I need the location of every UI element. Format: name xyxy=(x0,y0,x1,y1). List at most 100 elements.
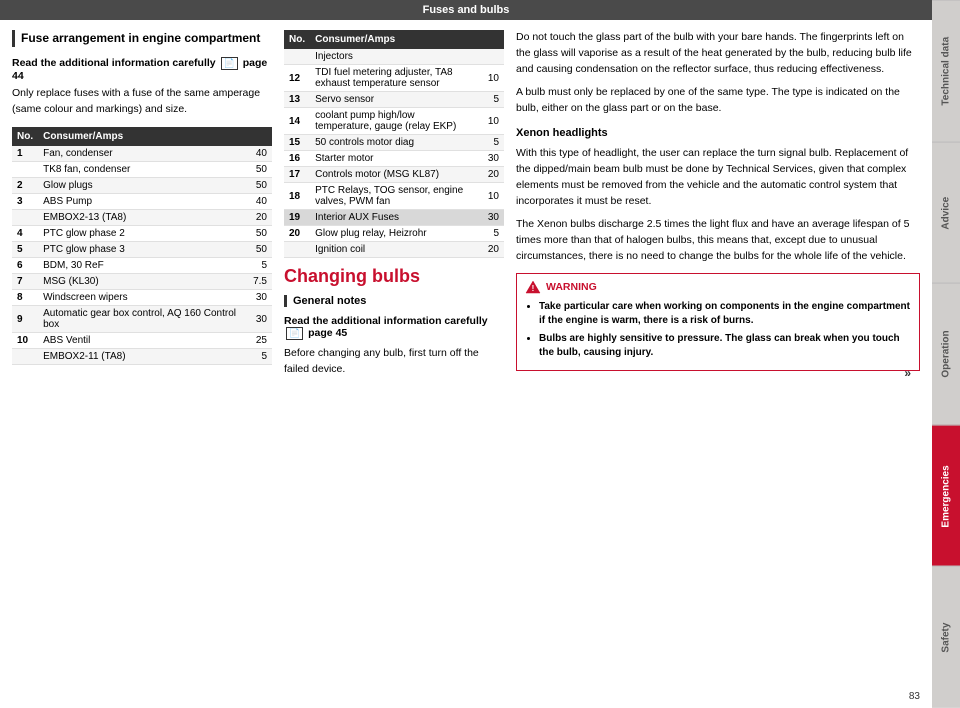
fuse-number: 16 xyxy=(284,151,310,167)
right-arrow-icon: » xyxy=(904,364,911,382)
fuse-consumer: Servo sensor xyxy=(310,92,474,108)
mid-fuse-table: No. Consumer/Amps Injectors12TDI fuel me… xyxy=(284,30,504,258)
mid-col-consumer: Consumer/Amps xyxy=(310,30,504,49)
table-row: 3ABS Pump40 xyxy=(12,194,272,210)
fuse-consumer: Glow plug relay, Heizrohr xyxy=(310,226,474,242)
middle-column: No. Consumer/Amps Injectors12TDI fuel me… xyxy=(284,30,504,675)
fuse-consumer: PTC glow phase 3 xyxy=(38,242,242,258)
fuse-amps: 10 xyxy=(474,65,504,92)
table-row: 13Servo sensor5 xyxy=(284,92,504,108)
general-notes-title: General notes xyxy=(284,295,504,307)
right-column: Do not touch the glass part of the bulb … xyxy=(516,30,920,675)
fuse-number xyxy=(12,349,38,365)
left-fuse-table: No. Consumer/Amps 1Fan, condenser40TK8 f… xyxy=(12,127,272,365)
sidebar-tab[interactable]: Emergencies xyxy=(932,425,960,567)
fuse-number: 10 xyxy=(12,333,38,349)
fuse-amps: 5 xyxy=(242,349,272,365)
sidebar-tabs: Technical dataAdviceOperationEmergencies… xyxy=(932,0,960,708)
fuse-amps: 5 xyxy=(474,135,504,151)
sidebar-tab[interactable]: Operation xyxy=(932,283,960,425)
fuse-amps: 10 xyxy=(474,183,504,210)
fuse-number: 17 xyxy=(284,167,310,183)
book-icon-mid: 📄 xyxy=(286,327,303,340)
fuse-amps: 30 xyxy=(242,306,272,333)
table-row: TK8 fan, condenser50 xyxy=(12,162,272,178)
fuse-consumer: Injectors xyxy=(310,49,474,65)
fuse-amps: 30 xyxy=(474,210,504,226)
intro-text: Only replace fuses with a fuse of the sa… xyxy=(12,86,272,118)
table-row: Injectors xyxy=(284,49,504,65)
fuse-number: 7 xyxy=(12,274,38,290)
fuse-amps: 20 xyxy=(474,242,504,258)
warning-header: ! WARNING xyxy=(525,280,911,296)
fuse-amps: 50 xyxy=(242,226,272,242)
read-info-left: Read the additional information carefull… xyxy=(12,57,272,82)
fuse-consumer: EMBOX2-13 (TA8) xyxy=(38,210,242,226)
table-row: 10ABS Ventil25 xyxy=(12,333,272,349)
table-row: 7MSG (KL30)7.5 xyxy=(12,274,272,290)
fuse-consumer: Interior AUX Fuses xyxy=(310,210,474,226)
fuse-consumer: Glow plugs xyxy=(38,178,242,194)
table-row: 18PTC Relays, TOG sensor, engine valves,… xyxy=(284,183,504,210)
warning-item: Take particular care when working on com… xyxy=(539,300,911,328)
right-para1: Do not touch the glass part of the bulb … xyxy=(516,30,920,77)
table-row: 20Glow plug relay, Heizrohr5 xyxy=(284,226,504,242)
fuse-amps: 5 xyxy=(474,92,504,108)
fuse-number: 19 xyxy=(284,210,310,226)
fuse-amps: 50 xyxy=(242,178,272,194)
warning-triangle-icon: ! xyxy=(525,280,541,294)
fuse-number xyxy=(12,210,38,226)
fuse-amps: 7.5 xyxy=(242,274,272,290)
table-row: 5PTC glow phase 350 xyxy=(12,242,272,258)
fuse-number: 9 xyxy=(12,306,38,333)
left-column: Fuse arrangement in engine compartment R… xyxy=(12,30,272,675)
right-para2: A bulb must only be replaced by one of t… xyxy=(516,85,920,117)
section-title-text: Fuse arrangement in engine compartment xyxy=(21,31,260,45)
fuse-amps xyxy=(474,49,504,65)
svg-text:!: ! xyxy=(532,284,535,293)
col-consumer: Consumer/Amps xyxy=(38,127,272,146)
fuse-consumer: Starter motor xyxy=(310,151,474,167)
table-row: 12TDI fuel metering adjuster, TA8 exhaus… xyxy=(284,65,504,92)
table-row: 1Fan, condenser40 xyxy=(12,146,272,162)
fuse-amps: 5 xyxy=(242,258,272,274)
fuse-consumer: BDM, 30 ReF xyxy=(38,258,242,274)
table-row: 8Windscreen wipers30 xyxy=(12,290,272,306)
xenon-para1: With this type of headlight, the user ca… xyxy=(516,146,920,209)
table-row: 9Automatic gear box control, AQ 160 Cont… xyxy=(12,306,272,333)
table-row: 17Controls motor (MSG KL87)20 xyxy=(284,167,504,183)
fuse-consumer: Automatic gear box control, AQ 160 Contr… xyxy=(38,306,242,333)
fuse-amps: 40 xyxy=(242,194,272,210)
fuse-number xyxy=(284,242,310,258)
bottom-bar: 83 xyxy=(0,685,932,708)
before-text: Before changing any bulb, first turn off… xyxy=(284,346,504,378)
fuse-number: 12 xyxy=(284,65,310,92)
fuse-consumer: PTC glow phase 2 xyxy=(38,226,242,242)
warning-item: Bulbs are highly sensitive to pressure. … xyxy=(539,332,911,360)
fuse-amps: 5 xyxy=(474,226,504,242)
table-row: EMBOX2-11 (TA8)5 xyxy=(12,349,272,365)
table-row: 19Interior AUX Fuses30 xyxy=(284,210,504,226)
fuse-consumer: 50 controls motor diag xyxy=(310,135,474,151)
sidebar-tab[interactable]: Safety xyxy=(932,566,960,708)
col-no: No. xyxy=(12,127,38,146)
fuse-consumer: MSG (KL30) xyxy=(38,274,242,290)
changing-bulbs-title: Changing bulbs xyxy=(284,266,504,287)
fuse-number: 18 xyxy=(284,183,310,210)
fuse-consumer: Windscreen wipers xyxy=(38,290,242,306)
fuse-number: 8 xyxy=(12,290,38,306)
table-row: Ignition coil20 xyxy=(284,242,504,258)
fuse-amps: 30 xyxy=(242,290,272,306)
fuse-amps: 25 xyxy=(242,333,272,349)
fuse-amps: 20 xyxy=(474,167,504,183)
table-row: 14coolant pump high/low temperature, gau… xyxy=(284,108,504,135)
sidebar-tab[interactable]: Advice xyxy=(932,142,960,284)
fuse-consumer: Controls motor (MSG KL87) xyxy=(310,167,474,183)
top-bar-title: Fuses and bulbs xyxy=(423,4,510,16)
fuse-number: 4 xyxy=(12,226,38,242)
sidebar-tab[interactable]: Technical data xyxy=(932,0,960,142)
mid-col-no: No. xyxy=(284,30,310,49)
xenon-para2: The Xenon bulbs discharge 2.5 times the … xyxy=(516,217,920,264)
xenon-title: Xenon headlights xyxy=(516,125,920,142)
top-bar: Fuses and bulbs xyxy=(0,0,932,20)
